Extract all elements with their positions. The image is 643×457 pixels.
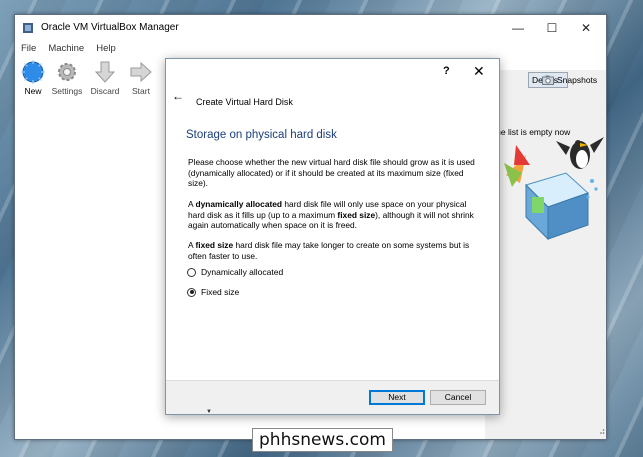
settings-button[interactable]: Settings <box>49 58 85 100</box>
menu-file[interactable]: File <box>15 41 42 57</box>
radio-fixed-size[interactable]: Fixed size <box>187 287 239 297</box>
fixed-size-paragraph: A fixed size hard disk file may take lon… <box>188 240 470 261</box>
settings-label: Settings <box>51 86 83 96</box>
new-label: New <box>24 86 42 96</box>
resize-grip-icon <box>600 429 605 434</box>
menu-help[interactable]: Help <box>90 41 122 57</box>
arrow-right-icon <box>130 61 152 83</box>
menu-machine[interactable]: Machine <box>42 41 90 57</box>
start-button[interactable]: Start <box>123 58 159 100</box>
virtualbox-mascot-icon <box>504 137 604 241</box>
vm-list[interactable] <box>15 101 165 439</box>
gear-icon <box>58 63 76 81</box>
dialog-close-button[interactable]: ✕ <box>473 63 485 80</box>
tab-snapshots[interactable]: Snapshots <box>542 72 597 88</box>
discard-button[interactable]: Discard <box>87 58 123 100</box>
cancel-button[interactable]: Cancel <box>430 390 486 405</box>
start-label: Start <box>132 86 150 96</box>
dialog-footer: Next Cancel <box>166 380 499 414</box>
maximize-button[interactable]: ☐ <box>535 15 569 41</box>
scroll-arrow-icon: ▼ <box>206 409 212 415</box>
dynamic-allocation-paragraph: A dynamically allocated hard disk file w… <box>188 199 474 231</box>
new-button[interactable]: New <box>15 58 51 100</box>
next-button[interactable]: Next <box>369 390 425 405</box>
camera-icon <box>542 75 554 85</box>
minimize-button[interactable]: — <box>501 15 535 41</box>
watermark: phhsnews.com <box>252 428 393 452</box>
details-pane <box>485 70 606 439</box>
snapshots-tab-label: Snapshots <box>557 75 598 85</box>
arrow-down-icon <box>94 61 116 83</box>
radio-dynamically-allocated[interactable]: Dynamically allocated <box>187 267 283 277</box>
radio-button-fixed[interactable] <box>187 287 196 297</box>
discard-label: Discard <box>90 86 120 96</box>
new-machine-icon <box>21 60 45 84</box>
page-heading: Storage on physical hard disk <box>186 129 337 141</box>
create-virtual-hard-disk-dialog: ? ✕ ← Create Virtual Hard Disk Storage o… <box>165 58 500 415</box>
close-button[interactable]: ✕ <box>569 15 603 41</box>
help-button[interactable]: ? <box>443 65 450 77</box>
title-bar: Oracle VM VirtualBox Manager — ☐ ✕ <box>15 15 606 41</box>
radio-label-dynamic: Dynamically allocated <box>201 267 284 277</box>
description-paragraph: Please choose whether the new virtual ha… <box>188 157 475 189</box>
dialog-title: Create Virtual Hard Disk <box>196 97 293 107</box>
radio-button-dynamic[interactable] <box>187 267 196 277</box>
window-title: Oracle VM VirtualBox Manager <box>41 22 179 33</box>
virtualbox-logo-icon <box>23 23 33 33</box>
radio-label-fixed: Fixed size <box>201 287 240 297</box>
menu-bar: File Machine Help <box>15 41 606 57</box>
back-arrow-icon[interactable]: ← <box>172 89 184 103</box>
dialog-title-bar: ? ✕ <box>166 59 499 87</box>
